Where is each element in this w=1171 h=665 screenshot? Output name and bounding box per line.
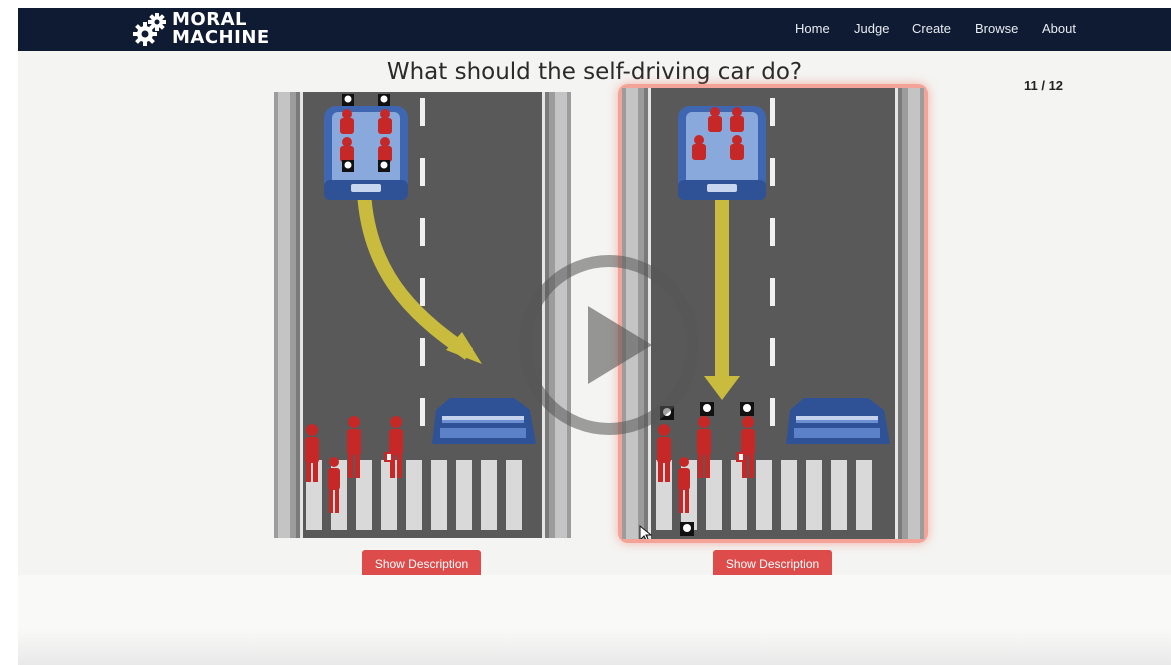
play-icon[interactable]: [518, 254, 700, 436]
video-frame: MORAL MACHINE Home Judge Create Browse A…: [18, 8, 1171, 665]
gear-logo-icon: [133, 13, 166, 46]
nav-about[interactable]: About: [1042, 21, 1076, 36]
brand-name: MORAL MACHINE: [172, 11, 270, 47]
scenario-question: What should the self-driving car do?: [386, 59, 803, 85]
nav-browse[interactable]: Browse: [975, 21, 1018, 36]
nav-create[interactable]: Create: [912, 21, 951, 36]
brand-line-2: MACHINE: [172, 27, 270, 48]
nav-judge[interactable]: Judge: [854, 21, 889, 36]
navbar: MORAL MACHINE Home Judge Create Browse A…: [18, 8, 1171, 51]
progress-counter: 11 / 12: [1024, 78, 1064, 93]
page-footer-area: [18, 575, 1171, 665]
show-description-button-left[interactable]: Show Description: [362, 550, 481, 578]
main-nav: Home Judge Create Browse About: [771, 8, 1171, 51]
show-description-button-right[interactable]: Show Description: [713, 550, 832, 578]
nav-home[interactable]: Home: [795, 21, 830, 36]
